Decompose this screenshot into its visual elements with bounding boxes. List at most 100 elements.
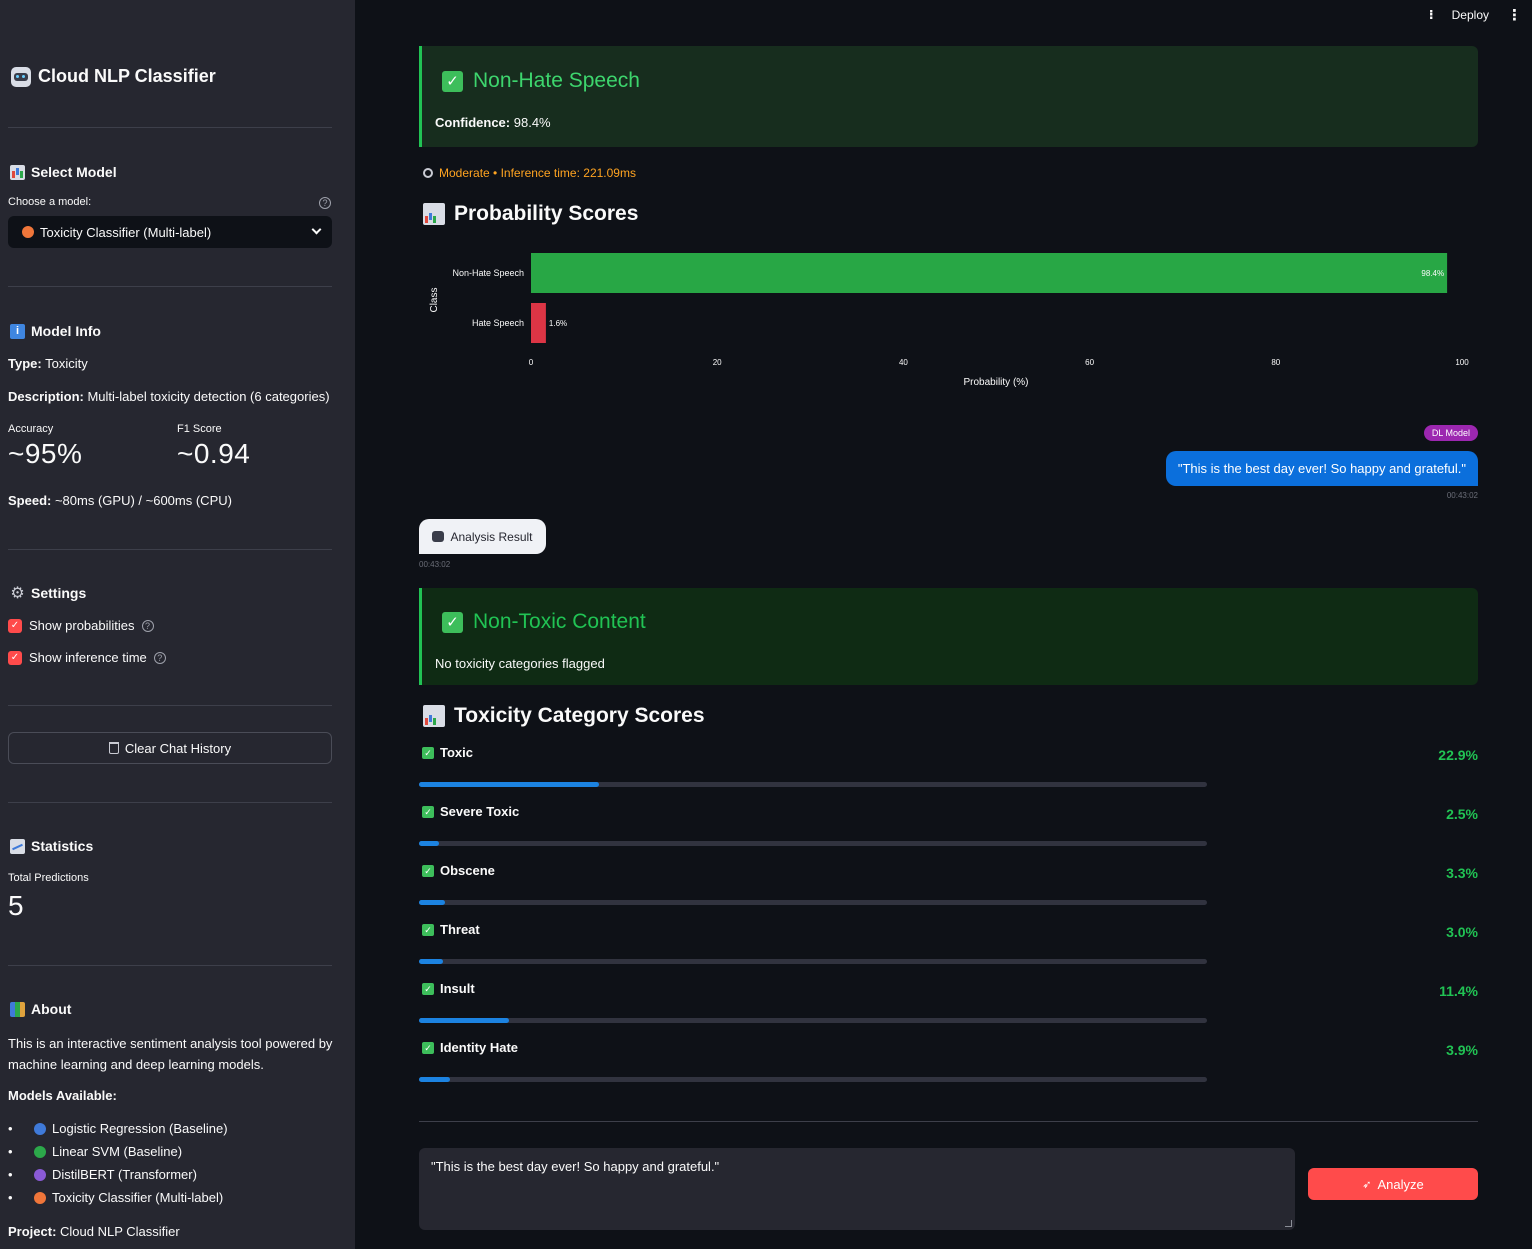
bot-message-bubble: Analysis Result [419, 519, 546, 554]
toxicity-category-row: ✓ Obscene [422, 863, 495, 878]
toxicity-category-percent: 3.0% [1446, 924, 1478, 940]
show-probabilities-checkbox[interactable]: ✓ Show probabilities ? [8, 618, 154, 633]
progress-bar [419, 1018, 1207, 1023]
category-label: Hate Speech [472, 318, 524, 328]
about-text: This is an interactive sentiment analysi… [8, 1033, 338, 1075]
models-list: Logistic Regression (Baseline) Linear SV… [8, 1117, 228, 1209]
x-tick-label: 60 [1085, 358, 1094, 367]
bar-value-label: 98.4% [1421, 269, 1444, 278]
progress-bar [419, 1077, 1207, 1082]
probability-scores-heading: Probability Scores [423, 202, 638, 226]
deploy-button[interactable]: Deploy [1452, 8, 1489, 22]
toxicity-category-row: ✓ Threat [422, 922, 480, 937]
analyze-button[interactable]: ➶ Analyze [1308, 1168, 1478, 1200]
bar-chart-icon [423, 705, 445, 727]
divider [8, 286, 332, 287]
f1-value: ~0.94 [177, 438, 251, 469]
settings-heading: ⚙ Settings [10, 585, 86, 601]
show-inference-time-checkbox[interactable]: ✓ Show inference time ? [8, 650, 166, 665]
check-mark-icon: ✓ [422, 746, 434, 759]
list-item: Logistic Regression (Baseline) [8, 1117, 228, 1140]
model-type: Type: Toxicity [8, 356, 88, 371]
gear-icon: ⚙ [10, 584, 25, 602]
toxicity-category-row: ✓ Identity Hate [422, 1040, 518, 1055]
chevron-down-icon [311, 224, 322, 235]
about-line: This is an interactive sentiment analysi… [8, 1036, 333, 1051]
model-label: Logistic Regression (Baseline) [52, 1121, 228, 1136]
select-model-heading: Select Model [10, 164, 117, 180]
orange-circle-icon [22, 226, 34, 238]
checkbox-checked-icon[interactable]: ✓ [8, 618, 22, 633]
progress-bar-fill [419, 959, 443, 964]
help-icon[interactable]: ? [153, 651, 166, 664]
progress-bar-fill [419, 900, 445, 905]
help-icon[interactable]: ? [141, 619, 154, 632]
toxicity-category-label: Toxic [440, 745, 473, 760]
main-content: ⁝ Deploy ⋮ ✓ Non-Hate Speech Confidence:… [355, 0, 1532, 1249]
bar [531, 253, 1448, 293]
progress-bar [419, 841, 1207, 846]
model-select[interactable]: Toxicity Classifier (Multi-label) [8, 216, 332, 248]
accuracy-label: Accuracy [8, 423, 54, 435]
model-speed: Speed: ~80ms (GPU) / ~600ms (CPU) [8, 493, 232, 508]
stopwatch-icon [423, 168, 433, 178]
trend-chart-icon [10, 838, 25, 854]
prediction-alert: ✓ Non-Hate Speech Confidence: 98.4% [419, 46, 1478, 147]
statistics-heading: Statistics [10, 838, 93, 854]
bar-chart-icon [423, 203, 445, 225]
settings-heading-text: Settings [31, 585, 87, 601]
checkbox-checked-icon[interactable]: ✓ [8, 650, 22, 665]
more-menu-icon[interactable]: ⋮ [1507, 6, 1522, 24]
x-axis-title: Probability (%) [963, 377, 1028, 388]
desc-label: Description: [8, 389, 84, 404]
desc-value: Multi-label toxicity detection (6 catego… [87, 389, 330, 404]
model-label: Linear SVM (Baseline) [52, 1144, 183, 1159]
bot-message-label: Analysis Result [450, 529, 533, 544]
resize-handle-icon[interactable] [1285, 1220, 1292, 1227]
bar-value-label: 1.6% [549, 319, 567, 328]
project-info: Project: Cloud NLP Classifier [8, 1224, 180, 1239]
model-info-heading-text: Model Info [31, 323, 101, 339]
toxicity-scores-heading-text: Toxicity Category Scores [454, 704, 705, 727]
running-man-icon[interactable]: ⁝ [1429, 7, 1434, 23]
progress-bar-fill [419, 782, 600, 787]
app-title: Cloud NLP Classifier [11, 66, 216, 87]
sidebar: Cloud NLP Classifier Select Model Choose… [0, 0, 355, 1249]
progress-bar-fill [419, 1077, 450, 1082]
blue-circle-icon [34, 1122, 46, 1135]
speed-label: Speed: [8, 493, 52, 508]
x-tick-label: 20 [713, 358, 722, 367]
show-inference-time-label: Show inference time [29, 650, 147, 665]
f1-label: F1 Score [177, 423, 222, 435]
toxicity-category-percent: 11.4% [1439, 983, 1478, 999]
toxicity-category-label: Insult [440, 981, 475, 996]
toxicity-category-percent: 3.3% [1446, 865, 1478, 881]
message-textarea-value: "This is the best day ever! So happy and… [431, 1159, 720, 1174]
y-axis-title: Class [429, 287, 440, 312]
x-tick-label: 0 [529, 358, 534, 367]
model-badge: DL Model [1423, 425, 1478, 441]
list-item: Toxicity Classifier (Multi-label) [8, 1186, 228, 1209]
type-label: Type: [8, 356, 42, 371]
probability-chart: Class Probability (%) Non-Hate Speech 98.… [429, 253, 1469, 388]
progress-bar [419, 959, 1207, 964]
statistics-heading-text: Statistics [31, 838, 94, 854]
check-mark-icon: ✓ [422, 982, 434, 995]
toxicity-title: ✓ Non-Toxic Content [442, 610, 646, 634]
divider [8, 965, 332, 966]
divider [8, 127, 332, 128]
inference-meta: Moderate • Inference time: 221.09ms [423, 166, 636, 180]
progress-bar-fill [419, 841, 439, 846]
top-toolbar: ⁝ Deploy ⋮ [1429, 6, 1522, 24]
confidence-label: Confidence: [435, 115, 511, 130]
divider [8, 549, 332, 550]
clear-chat-history-button[interactable]: Clear Chat History [8, 732, 332, 764]
message-textarea[interactable]: "This is the best day ever! So happy and… [419, 1148, 1295, 1230]
toxicity-category-percent: 2.5% [1446, 806, 1478, 822]
model-label: DistilBERT (Transformer) [52, 1167, 197, 1182]
toxicity-scores-heading: Toxicity Category Scores [423, 704, 705, 728]
model-info-heading: i Model Info [10, 323, 101, 339]
help-icon[interactable]: ? [319, 197, 331, 209]
app-title-text: Cloud NLP Classifier [38, 66, 216, 86]
check-mark-icon: ✓ [422, 923, 434, 936]
